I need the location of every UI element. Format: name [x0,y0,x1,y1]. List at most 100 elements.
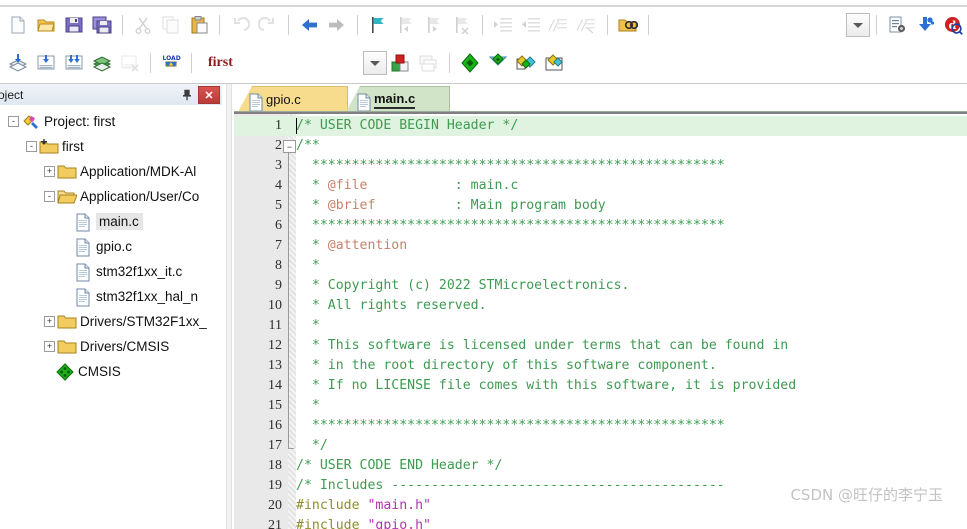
pack-manage-button[interactable] [540,49,568,77]
file-toolbar[interactable]: // // d [0,7,967,44]
comment-button[interactable]: // [545,11,573,39]
build-button[interactable] [32,49,60,77]
toolbar-overflow-dropdown[interactable] [846,13,870,37]
bookmark-prev-button[interactable] [392,11,420,39]
indent-right-button[interactable] [489,11,517,39]
configure-button[interactable] [883,11,911,39]
c-file-icon [246,92,263,111]
fold-column[interactable]: − [282,114,296,529]
windows-button[interactable] [456,49,484,77]
open-file-button[interactable] [32,11,60,39]
find-in-files-icon [618,15,638,35]
cut-button[interactable] [129,11,157,39]
toolbar-separator [876,15,877,35]
build-toolbar[interactable]: LOAD first [0,43,967,84]
cut-icon [133,15,153,35]
project-panel-header: roject ✕ [0,84,222,106]
bookmark-toggle-button[interactable] [364,11,392,39]
tree-item[interactable]: gpio.c [0,234,222,259]
bookmark-toggle-icon [368,15,388,35]
pack-manage-icon [544,53,564,73]
tree-item-label: first [62,139,84,154]
tree-expander[interactable]: - [8,116,19,127]
menu-bar[interactable] [0,0,967,7]
navigate-back-button[interactable] [295,11,323,39]
panel-splitter[interactable] [222,84,234,529]
editor-tab-strip[interactable]: gpio.c main.c [234,84,967,112]
target-select-value[interactable]: first [202,52,363,74]
target-select-dropdown-arrow[interactable] [363,51,387,75]
tree-expander[interactable]: + [44,166,55,177]
save-all-button[interactable] [88,11,116,39]
editor-area: gpio.c main.c 1/* USER CODE BEGIN Header … [234,84,967,529]
bookmark-next-button[interactable] [420,11,448,39]
tree-item[interactable]: + Application/MDK-Al [0,159,222,184]
project-tree[interactable]: - Project: first - first + Application/MDK-Al… [0,105,222,529]
tree-item[interactable]: - Project: first [0,109,222,134]
target-select[interactable]: first [202,51,387,75]
rebuild-icon [64,53,84,73]
splitter-grip[interactable] [226,84,232,529]
translate-button[interactable] [4,49,32,77]
code-view[interactable]: 1/* USER CODE BEGIN Header */2/** 3 *****… [234,112,967,529]
tree-item[interactable]: stm32f1xx_hal_n [0,284,222,309]
toolbar-separator [607,15,608,35]
chevron-down-icon [370,60,380,66]
target-options-button[interactable] [387,49,415,77]
rebuild-button[interactable] [60,49,88,77]
code-text-area[interactable] [296,114,967,529]
pin-icon[interactable] [179,87,195,103]
paste-button[interactable] [185,11,213,39]
tree-item[interactable]: CMSIS [0,359,222,384]
navigate-back-icon [299,15,319,35]
tree-item[interactable]: + Drivers/STM32F1xx_ [0,309,222,334]
tree-item-label: Project: first [44,114,116,129]
fold-range-line [288,152,289,448]
copy-button[interactable] [157,11,185,39]
editor-tab-gpio-c[interactable]: gpio.c [238,86,348,112]
tree-item[interactable]: + Drivers/CMSIS [0,334,222,359]
save-icon [64,15,84,35]
folder-icon [57,339,77,355]
tree-expander[interactable]: + [44,341,55,352]
batch-build-button[interactable] [88,49,116,77]
uncomment-button[interactable]: // [573,11,601,39]
tree-item-label-wrap: first [62,139,84,154]
indent-left-button[interactable] [517,11,545,39]
uvision-window: ////d LOADfirst roject ✕ -Project: [0,0,967,529]
uncomment-icon: // [577,15,597,35]
bookmark-clear-button[interactable] [448,11,476,39]
new-file-button[interactable] [4,11,32,39]
load-button[interactable]: LOAD [157,49,185,77]
manage-project-button[interactable] [415,49,443,77]
tree-item[interactable]: main.c [0,209,222,234]
tree-item-label: stm32f1xx_hal_n [96,289,199,304]
save-button[interactable] [60,11,88,39]
fold-collapse-box[interactable]: − [283,140,296,153]
close-panel-button[interactable]: ✕ [198,86,220,104]
undo-button[interactable] [226,11,254,39]
editor-tab-main-c[interactable]: main.c [346,86,450,112]
tree-item[interactable]: - Application/User/Co [0,184,222,209]
tree-item-label-wrap: main.c [96,213,143,230]
debug-download-button[interactable] [911,11,939,39]
tree-item[interactable]: stm32f1xx_it.c [0,259,222,284]
redo-button[interactable] [254,11,282,39]
copy-icon [161,15,181,35]
tree-expander[interactable]: + [44,316,55,327]
tree-expander[interactable]: - [44,191,55,202]
project-panel-title: roject [0,87,24,102]
debug-download-icon [915,15,935,35]
tree-item[interactable]: - first [0,134,222,159]
toolbar-separator [357,15,358,35]
stop-build-button[interactable] [116,49,144,77]
tree-item-label: gpio.c [96,239,133,254]
find-in-files-button[interactable] [614,11,642,39]
navigate-forward-button[interactable] [323,11,351,39]
configure-icon [887,15,907,35]
pack-installer-button[interactable] [484,49,512,77]
debug-session-button[interactable]: d [939,11,967,39]
tree-item-label-wrap: Application/MDK-Al [80,164,196,179]
run-time-env-button[interactable] [512,49,540,77]
tree-expander[interactable]: - [26,141,37,152]
